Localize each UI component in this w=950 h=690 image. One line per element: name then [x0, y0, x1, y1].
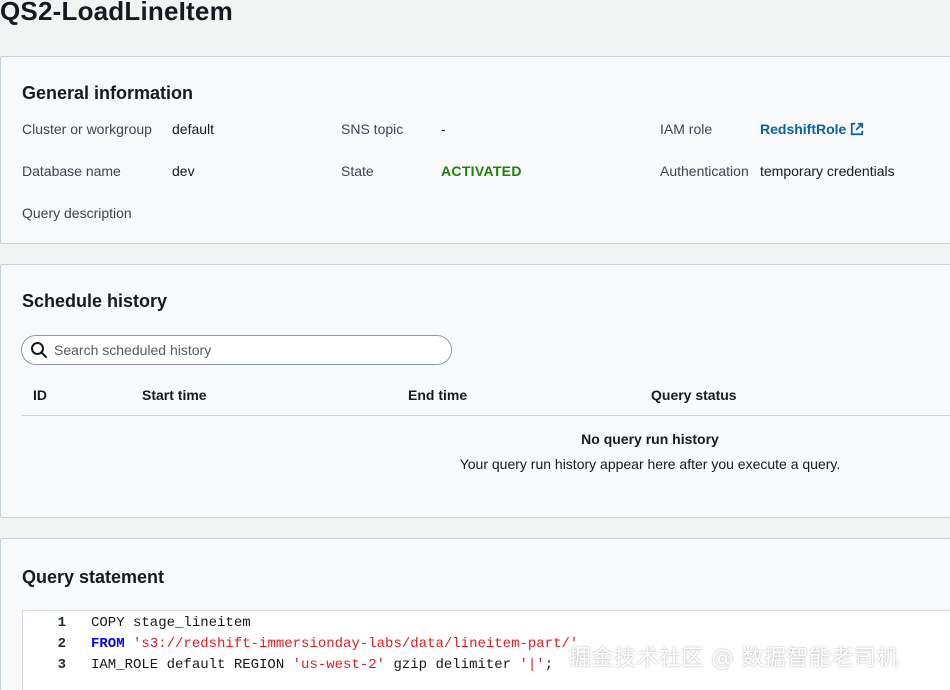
table-header-divider	[22, 415, 950, 416]
code-token: gzip delimiter	[385, 656, 520, 673]
iam-role-label: IAM role	[660, 121, 713, 137]
code-token: FROM	[91, 635, 125, 652]
code-text: COPY stage_lineitem	[91, 615, 251, 631]
column-header-start-time[interactable]: Start time	[142, 387, 207, 403]
code-line: 3 IAM_ROLE default REGION 'us-west-2' gzi…	[23, 654, 554, 675]
authentication-value: temporary credentials	[760, 163, 895, 179]
authentication-label: Authentication	[660, 163, 749, 179]
page-title: QS2-LoadLineItem	[0, 0, 233, 26]
code-line: 2 FROM 's3://redshift-immersionday-labs/d…	[23, 633, 579, 654]
watermark: 掘金技术社区 @ 数据智能老司机	[569, 646, 899, 671]
query-description-label: Query description	[22, 205, 132, 221]
empty-state-message: Your query run history appear here after…	[459, 456, 841, 472]
iam-role-link[interactable]: RedshiftRole	[760, 121, 864, 137]
search-box[interactable]	[21, 335, 452, 365]
general-information-panel: General information Cluster or workgroup…	[0, 56, 950, 244]
state-value: ACTIVATED	[441, 163, 522, 179]
column-header-end-time[interactable]: End time	[408, 387, 467, 403]
code-token: 'us-west-2'	[292, 656, 386, 673]
empty-state-title: No query run history	[581, 431, 719, 447]
search-icon	[31, 342, 47, 358]
sns-topic-value: -	[441, 121, 446, 137]
database-value: dev	[172, 163, 195, 179]
search-scheduled-history-input[interactable]	[54, 342, 434, 358]
schedule-history-panel: Schedule history ID Start time End time …	[0, 264, 950, 518]
code-token: IAM_ROLE default REGION	[91, 656, 293, 673]
state-label: State	[341, 163, 374, 179]
query-statement-heading: Query statement	[22, 567, 165, 587]
external-link-icon	[851, 122, 864, 136]
line-number: 2	[57, 635, 66, 652]
code-token: ;	[544, 656, 554, 673]
line-number: 3	[57, 656, 66, 673]
column-header-id[interactable]: ID	[33, 387, 47, 403]
code-token: '|'	[519, 656, 545, 673]
code-token: 's3://redshift-immersionday-labs/data/li…	[133, 635, 579, 652]
code-text: FROM 's3://redshift-immersionday-labs/da…	[91, 636, 578, 652]
cluster-label: Cluster or workgroup	[22, 121, 152, 137]
sns-topic-label: SNS topic	[341, 121, 404, 137]
code-line: 1 COPY stage_lineitem	[23, 612, 251, 633]
general-information-heading: General information	[22, 83, 194, 103]
column-header-query-status[interactable]: Query status	[651, 387, 737, 403]
line-number: 1	[57, 614, 66, 631]
code-token: COPY stage_lineitem	[91, 614, 251, 631]
code-text: IAM_ROLE default REGION 'us-west-2' gzip…	[91, 657, 553, 673]
cluster-value: default	[172, 121, 215, 137]
schedule-history-heading: Schedule history	[22, 291, 168, 311]
database-label: Database name	[22, 163, 121, 179]
iam-role-link-text: RedshiftRole	[760, 121, 847, 137]
